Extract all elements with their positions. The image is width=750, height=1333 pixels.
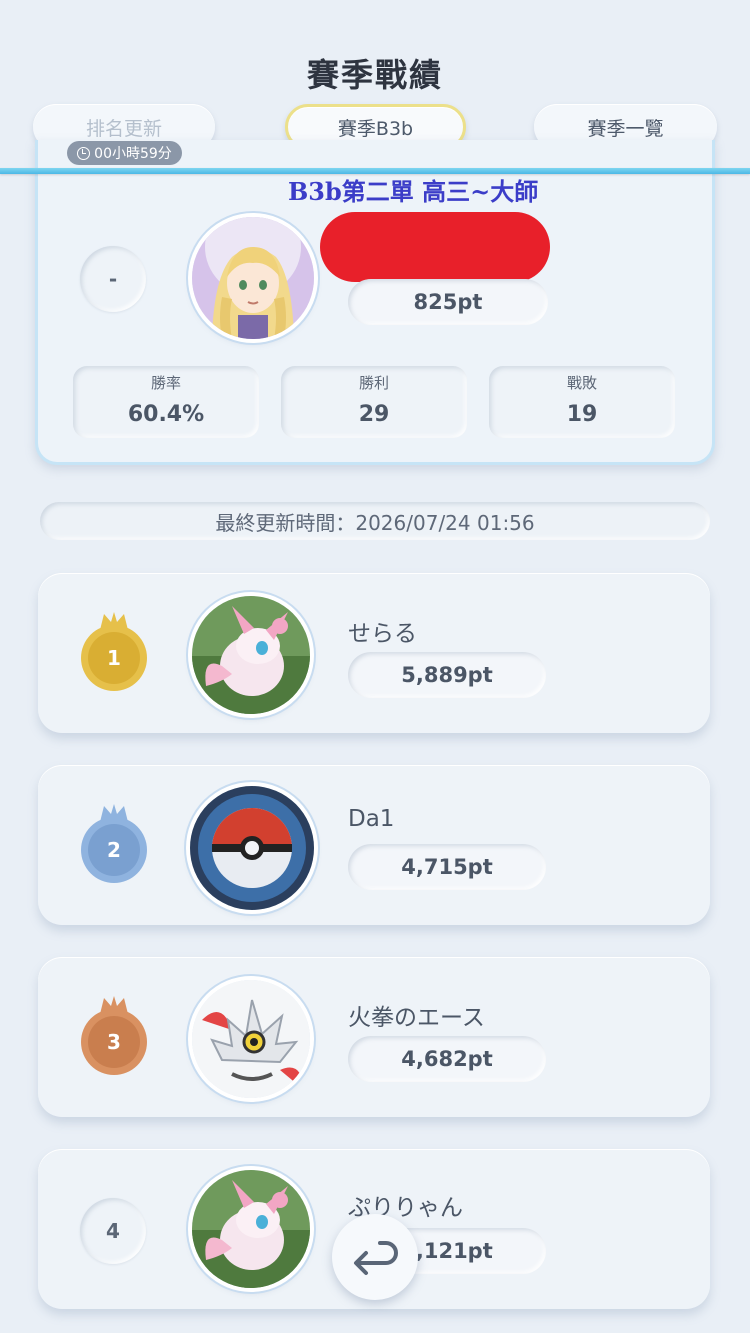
rank-2-number: 2 bbox=[107, 838, 121, 862]
season-list-label: 賽季一覽 bbox=[587, 117, 664, 140]
rank-1-number: 1 bbox=[107, 646, 121, 670]
last-updated-text: 最終更新時間：2026/07/24 01:56 bbox=[215, 510, 535, 535]
pokeball-avatar-image bbox=[190, 786, 314, 910]
rank-4-badge: 4 bbox=[80, 1198, 146, 1264]
win-rate-value: 60.4% bbox=[127, 402, 205, 427]
season-label: 賽季B3b bbox=[337, 117, 414, 140]
return-arrow-icon bbox=[354, 1241, 398, 1275]
silver-medal-icon: 2 bbox=[81, 804, 147, 883]
losses-value: 19 bbox=[566, 402, 598, 427]
player-avatar-1[interactable] bbox=[192, 596, 310, 714]
rank-3-number: 3 bbox=[107, 1030, 121, 1054]
bronze-medal-icon: 3 bbox=[81, 996, 147, 1075]
player-name-1: せらる bbox=[348, 621, 417, 647]
player-points-3: 4,682pt bbox=[401, 1047, 493, 1071]
last-updated-bar: 最終更新時間：2026/07/24 01:56 bbox=[40, 502, 710, 540]
my-rank-badge: - bbox=[80, 246, 146, 312]
my-points: 825pt bbox=[413, 290, 483, 314]
clock-icon bbox=[77, 146, 91, 160]
player-avatar-2[interactable] bbox=[190, 786, 314, 910]
player-points-pill-1: 5,889pt bbox=[348, 652, 546, 698]
my-rank-text: - bbox=[108, 267, 118, 291]
player-name-3: 火拳のエース bbox=[348, 1005, 485, 1031]
player-name-2: Da1 bbox=[348, 806, 395, 832]
overlay-caption: B3b第二單 高三~大師 bbox=[288, 177, 539, 206]
white-pokemon-avatar-image bbox=[192, 980, 310, 1098]
player-points-pill-3: 4,682pt bbox=[348, 1036, 546, 1082]
update-timer-badge: 00小時59分 bbox=[67, 141, 182, 165]
page-title: 賽季戰績 bbox=[306, 56, 443, 94]
gold-medal-icon: 1 bbox=[81, 612, 147, 691]
losses-box: 戰敗 19 bbox=[489, 366, 675, 438]
losses-label: 戰敗 bbox=[566, 374, 597, 392]
player-avatar-4[interactable] bbox=[192, 1170, 310, 1288]
sylveon-avatar-image bbox=[192, 596, 310, 714]
player-points-pill-2: 4,715pt bbox=[348, 844, 546, 890]
update-timer-text: 00小時59分 bbox=[94, 146, 172, 162]
wins-box: 勝利 29 bbox=[281, 366, 467, 438]
wins-label: 勝利 bbox=[358, 374, 389, 392]
win-rate-box: 勝率 60.4% bbox=[73, 366, 259, 438]
rank-4-number: 4 bbox=[106, 1219, 120, 1243]
win-rate-label: 勝率 bbox=[150, 374, 181, 392]
redacted-username bbox=[320, 212, 550, 282]
rank-update-label: 排名更新 bbox=[85, 117, 162, 140]
player-points-1: 5,889pt bbox=[401, 663, 493, 687]
my-points-pill: 825pt bbox=[348, 279, 548, 325]
player-points-2: 4,715pt bbox=[401, 855, 493, 879]
player-avatar-3[interactable] bbox=[192, 980, 310, 1098]
trainer-avatar-image bbox=[192, 217, 314, 339]
my-avatar[interactable] bbox=[192, 217, 314, 339]
back-button[interactable] bbox=[332, 1214, 418, 1300]
sylveon-avatar-image bbox=[192, 1170, 310, 1288]
wins-value: 29 bbox=[358, 402, 390, 427]
